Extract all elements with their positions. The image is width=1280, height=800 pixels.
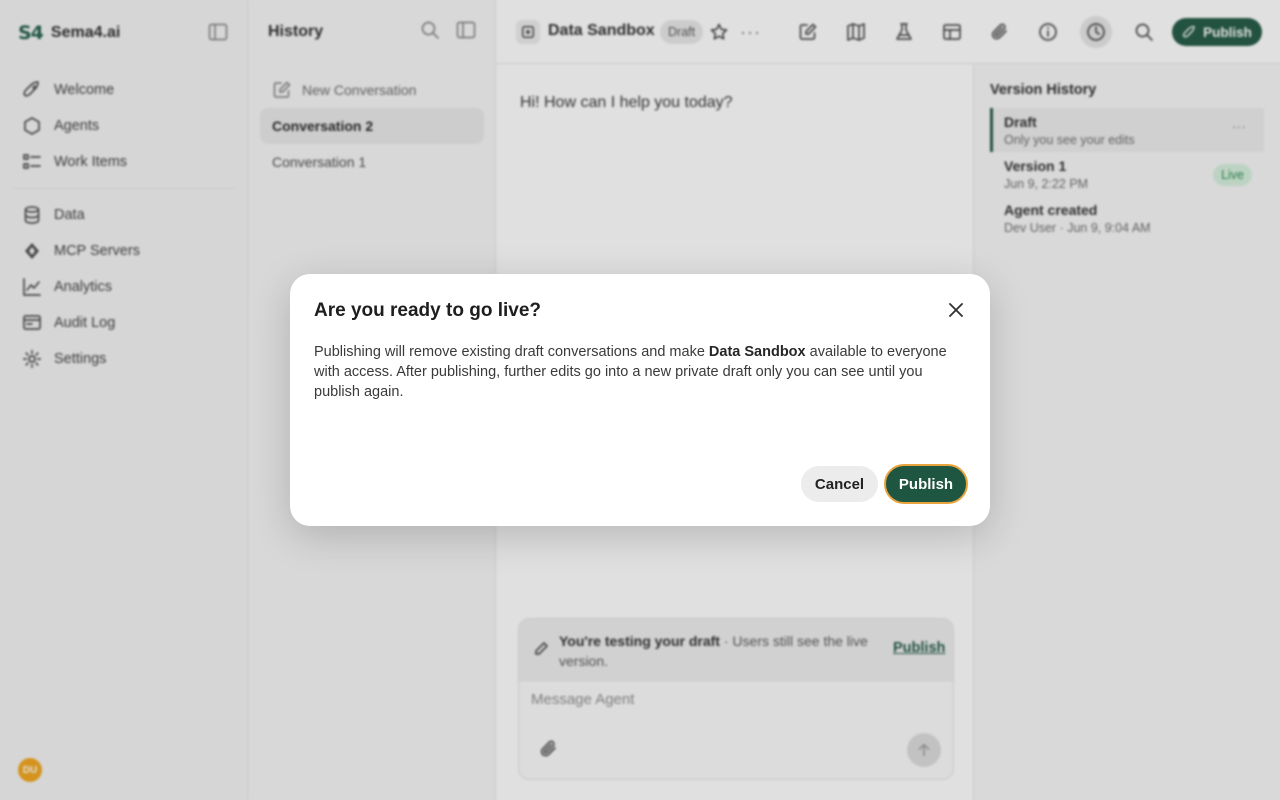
dialog-body: Publishing will remove existing draft co… [314, 342, 970, 402]
close-icon[interactable] [944, 298, 968, 322]
confirm-publish-button[interactable]: Publish [884, 464, 968, 504]
dialog-agent-name: Data Sandbox [708, 344, 806, 360]
publish-confirm-dialog: Are you ready to go live? Publishing wil… [290, 274, 990, 526]
cancel-button[interactable]: Cancel [801, 466, 878, 502]
dialog-body-text: Publishing will remove existing draft co… [314, 344, 709, 360]
dialog-title: Are you ready to go live? [314, 300, 541, 321]
